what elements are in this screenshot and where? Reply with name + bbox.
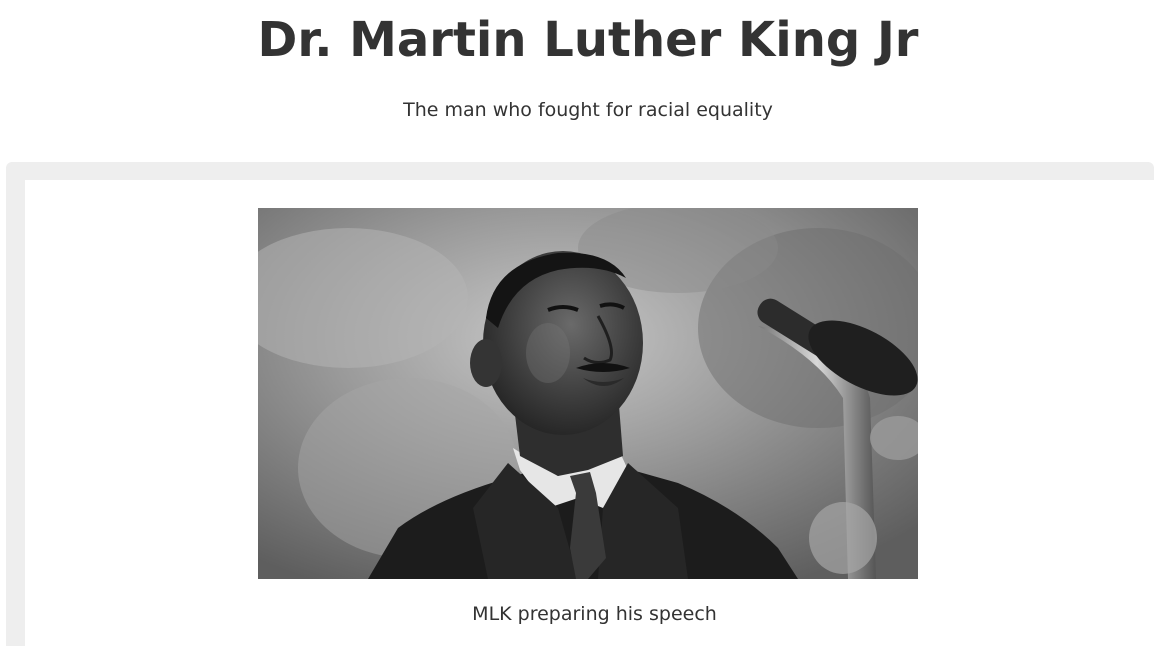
portrait-photo [258, 208, 918, 579]
image-caption: MLK preparing his speech [472, 603, 717, 625]
tribute-page: Dr. Martin Luther King Jr The man who fo… [0, 0, 1154, 646]
page-subtitle: The man who fought for racial equality [403, 99, 773, 121]
image-panel: MLK preparing his speech [25, 180, 1154, 646]
image-container: MLK preparing his speech [6, 162, 1154, 646]
page-title: Dr. Martin Luther King Jr [257, 12, 919, 68]
